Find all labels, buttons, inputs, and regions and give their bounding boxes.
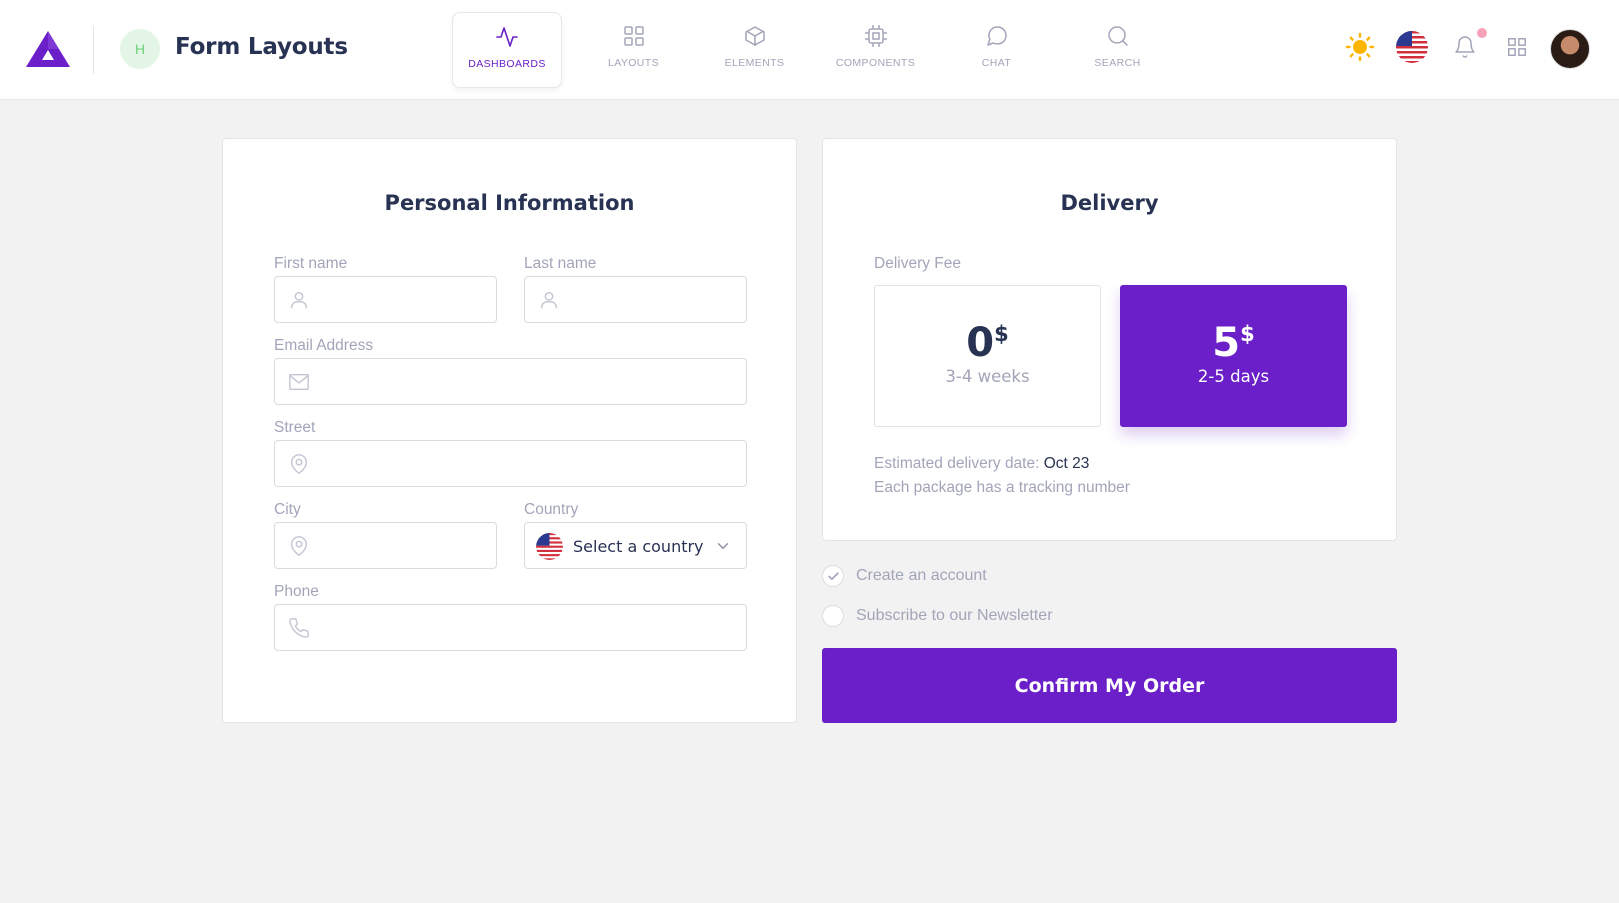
fee-amount-number: 5 <box>1212 320 1241 366</box>
language-button[interactable] <box>1394 29 1430 65</box>
nav-elements[interactable]: ELEMENTS <box>694 12 815 88</box>
last-name-field[interactable] <box>524 276 747 323</box>
cpu-icon <box>864 25 887 47</box>
create-account-checkbox[interactable]: Create an account <box>822 565 987 587</box>
mail-icon <box>289 373 309 391</box>
page-initial-badge: H <box>120 29 160 69</box>
city-label: City <box>274 501 301 518</box>
delivery-fee-label: Delivery Fee <box>874 255 961 272</box>
top-navbar: H Form Layouts DASHBOARDS LAYOUTS ELEMEN… <box>0 0 1619 100</box>
message-circle-icon <box>986 26 1007 46</box>
map-pin-icon <box>290 536 308 556</box>
grid-icon <box>623 26 644 46</box>
first-name-field[interactable] <box>274 276 497 323</box>
checkbox-circle[interactable] <box>822 565 844 587</box>
delivery-title: Delivery <box>1060 191 1159 215</box>
street-input[interactable] <box>319 441 738 486</box>
tracking-note: Each package has a tracking number <box>874 479 1130 496</box>
search-icon <box>1107 26 1128 46</box>
country-select[interactable]: Select a country <box>524 522 747 569</box>
phone-input[interactable] <box>319 605 738 650</box>
phone-field[interactable] <box>274 604 747 651</box>
fee-duration: 2-5 days <box>1197 367 1270 386</box>
city-input[interactable] <box>319 523 488 568</box>
newsletter-checkbox[interactable]: Subscribe to our Newsletter <box>822 605 1053 627</box>
fee-amount-number: 0 <box>966 320 995 366</box>
check-icon <box>827 571 839 580</box>
fee-currency: $ <box>994 322 1009 346</box>
sun-icon <box>1345 32 1375 62</box>
nav-label: ELEMENTS <box>724 57 785 69</box>
user-avatar[interactable] <box>1550 29 1590 69</box>
page-title: Form Layouts <box>175 34 348 60</box>
estimated-delivery: Estimated delivery date: Oct 23 <box>874 455 1089 473</box>
country-selected-value: Select a country <box>573 537 704 556</box>
first-name-label: First name <box>274 255 348 272</box>
fee-duration: 3-4 weeks <box>945 367 1030 386</box>
country-label: Country <box>524 501 579 518</box>
last-name-input[interactable] <box>569 277 738 322</box>
theme-toggle-button[interactable] <box>1342 29 1378 65</box>
city-field[interactable] <box>274 522 497 569</box>
delivery-card: Delivery Delivery Fee 0 $ 3-4 weeks 5 $ 2-… <box>822 138 1397 541</box>
chevron-down-icon <box>717 543 729 550</box>
bell-icon <box>1455 36 1475 58</box>
phone-icon <box>289 618 309 638</box>
delivery-option-express[interactable]: 5 $ 2-5 days <box>1120 285 1347 427</box>
user-icon <box>540 291 558 309</box>
email-input[interactable] <box>319 359 738 404</box>
estimated-delivery-label: Estimated delivery date: <box>874 455 1040 472</box>
nav-components[interactable]: COMPONENTS <box>815 12 936 88</box>
main-nav: DASHBOARDS LAYOUTS ELEMENTS COMPONENTS C… <box>452 12 1178 88</box>
checkbox-circle[interactable] <box>822 605 844 627</box>
apps-grid-icon <box>1508 38 1526 56</box>
activity-icon <box>496 27 518 47</box>
nav-dashboards[interactable]: DASHBOARDS <box>452 12 562 88</box>
fee-amount: 5 $ <box>1212 321 1254 365</box>
nav-label: COMPONENTS <box>835 57 916 69</box>
us-flag-icon <box>1396 31 1428 63</box>
map-pin-icon <box>290 454 308 474</box>
fee-currency: $ <box>1240 322 1255 346</box>
email-field[interactable] <box>274 358 747 405</box>
notification-dot <box>1477 28 1487 38</box>
fee-amount: 0 $ <box>966 321 1008 365</box>
last-name-label: Last name <box>524 255 597 272</box>
box-icon <box>744 26 765 46</box>
user-icon <box>290 291 308 309</box>
nav-label: SEARCH <box>1094 57 1141 69</box>
nav-label: DASHBOARDS <box>468 58 546 70</box>
nav-search[interactable]: SEARCH <box>1057 12 1178 88</box>
personal-information-title: Personal Information <box>384 191 635 215</box>
nav-label: LAYOUTS <box>607 57 660 69</box>
first-name-input[interactable] <box>319 277 488 322</box>
brand-logo[interactable] <box>24 28 72 70</box>
header-divider <box>93 26 94 74</box>
create-account-label: Create an account <box>856 567 987 584</box>
personal-information-card: Personal Information First name Last nam… <box>222 138 797 723</box>
nav-chat[interactable]: CHAT <box>936 12 1057 88</box>
nav-layouts[interactable]: LAYOUTS <box>573 12 694 88</box>
email-label: Email Address <box>274 337 374 354</box>
apps-button[interactable] <box>1499 29 1535 65</box>
delivery-option-free[interactable]: 0 $ 3-4 weeks <box>874 285 1101 427</box>
phone-label: Phone <box>274 583 319 600</box>
confirm-order-button[interactable]: Confirm My Order <box>822 648 1397 723</box>
nav-label: CHAT <box>981 57 1012 69</box>
street-label: Street <box>274 419 316 436</box>
us-flag-icon <box>536 533 563 560</box>
newsletter-label: Subscribe to our Newsletter <box>856 607 1053 624</box>
street-field[interactable] <box>274 440 747 487</box>
estimated-delivery-date: Oct 23 <box>1043 455 1090 472</box>
